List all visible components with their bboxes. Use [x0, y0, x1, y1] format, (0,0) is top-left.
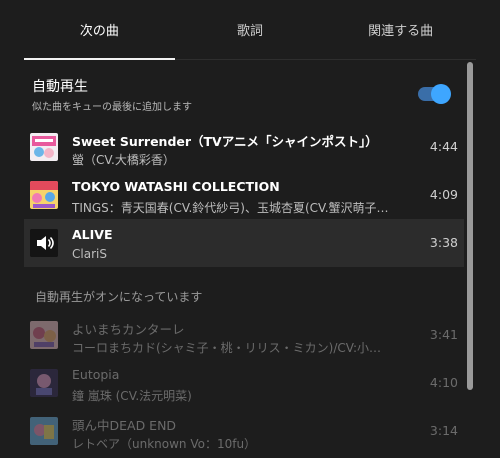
song-artist: 螢（CV.大橋彩香）	[72, 153, 175, 167]
song-title: Eutopia	[72, 367, 120, 382]
scrollbar-thumb[interactable]	[467, 62, 473, 390]
tab-up-next[interactable]: 次の曲	[24, 0, 175, 60]
autoplay-queue-item[interactable]: Eutopia 鐘 嵐珠 (CV.法元明菜) 4:10	[24, 359, 464, 407]
autoplay-toggle[interactable]	[418, 84, 451, 104]
speaker-icon	[30, 229, 58, 257]
tab-lyrics[interactable]: 歌詞	[175, 0, 326, 59]
song-artist: レトベア（unknown Vo：10fu）	[72, 437, 257, 451]
album-art-thumbnail	[30, 369, 58, 397]
album-art-thumbnail	[30, 133, 58, 161]
song-title: Sweet Surrender（TVアニメ「シャインポスト」）	[72, 134, 378, 149]
album-art-thumbnail	[30, 321, 58, 349]
autoplay-description: 似た曲をキューの最後に追加します	[32, 102, 192, 113]
autoplay-queue-item[interactable]: よいまちカンターレ コーロまちカド(シャミ子・桃・リリス・ミカン)/CV:小… …	[24, 311, 464, 359]
queue-item[interactable]: Sweet Surrender（TVアニメ「シャインポスト」） 螢（CV.大橋彩…	[24, 123, 464, 171]
autoplay-section-label: 自動再生がオンになっています	[35, 290, 203, 304]
tab-bar: 次の曲 歌詞 関連する曲	[24, 0, 476, 60]
song-artist: 鐘 嵐珠 (CV.法元明菜)	[72, 389, 192, 403]
toggle-knob	[431, 84, 451, 104]
queue-item-now-playing[interactable]: ALIVE ClariS 3:38	[24, 219, 464, 267]
up-next-panel: 次の曲 歌詞 関連する曲 自動再生 似た曲をキューの最後に追加します Sweet…	[0, 0, 500, 458]
song-title: 頭ん中DEAD END	[72, 418, 177, 433]
now-playing-thumbnail	[30, 229, 58, 257]
song-artist: コーロまちカド(シャミ子・桃・リリス・ミカン)/CV:小…	[72, 341, 382, 355]
album-art-thumbnail	[30, 417, 58, 445]
song-duration: 4:09	[429, 187, 458, 202]
song-title: よいまちカンターレ	[72, 322, 185, 337]
song-duration: 3:41	[429, 327, 458, 342]
song-artist: ClariS	[72, 247, 107, 261]
tab-related[interactable]: 関連する曲	[325, 0, 476, 59]
autoplay-title: 自動再生	[32, 79, 88, 95]
autoplay-queue-item[interactable]: 頭ん中DEAD END レトベア（unknown Vo：10fu） 3:14	[24, 407, 464, 455]
album-art-thumbnail	[30, 181, 58, 209]
song-duration: 3:38	[429, 235, 458, 250]
song-artist: TINGS：青天国春(CV.鈴代紗弓)、玉城杏夏(CV.蟹沢萌子…	[72, 201, 389, 215]
queue-item[interactable]: TOKYO WATASHI COLLECTION TINGS：青天国春(CV.鈴…	[24, 171, 464, 219]
song-duration: 3:14	[429, 423, 458, 438]
autoplay-row: 自動再生 似た曲をキューの最後に追加します	[32, 76, 452, 116]
song-title: ALIVE	[72, 227, 113, 242]
song-title: TOKYO WATASHI COLLECTION	[72, 179, 280, 194]
song-duration: 4:44	[429, 139, 458, 154]
song-duration: 4:10	[429, 375, 458, 390]
